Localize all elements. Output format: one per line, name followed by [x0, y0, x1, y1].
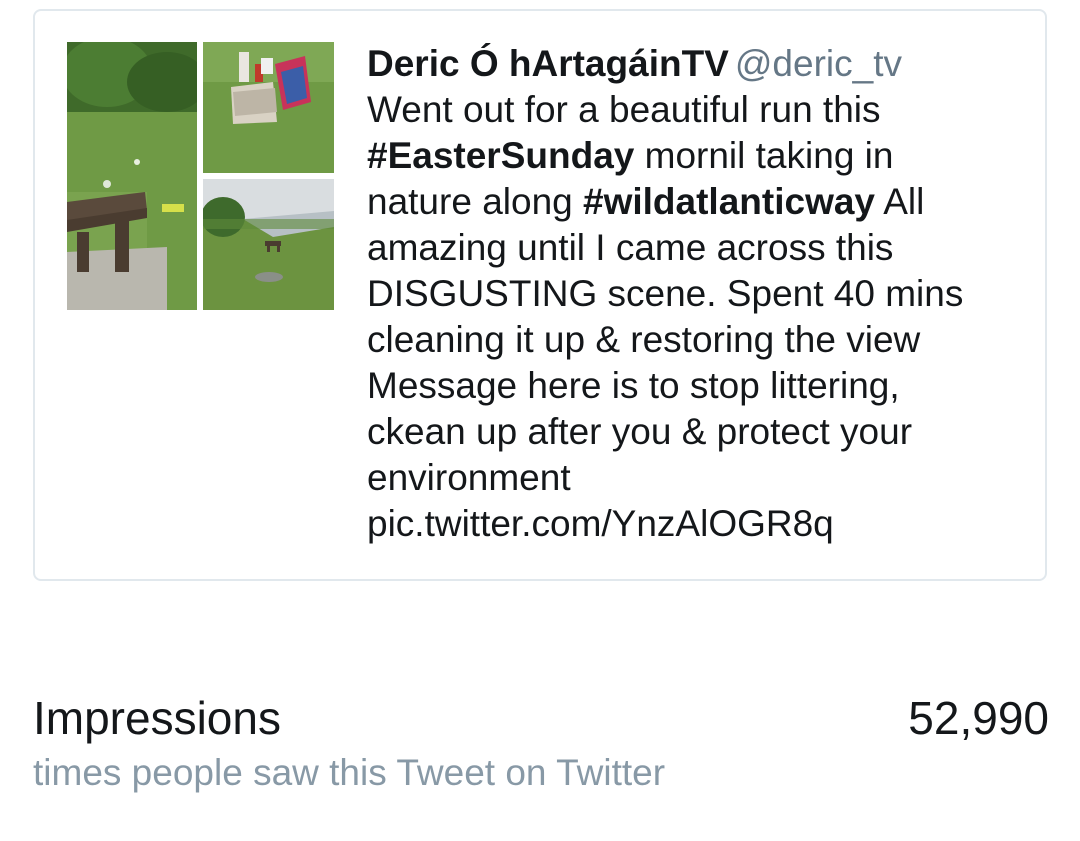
tweet-text-line: Went out for a beautiful run this [367, 87, 1027, 133]
tweet-text-segment: amazing until I came across this [367, 227, 894, 268]
tweet-text-segment: cleaning it up & restoring the view [367, 319, 921, 360]
tweet-text-segment: Went out for a beautiful run this [367, 89, 881, 130]
tweet-text-line: #EasterSunday mornil taking in [367, 133, 1027, 179]
tweet-text-line: amazing until I came across this [367, 225, 1027, 271]
tweet-text-segment: All [875, 181, 925, 222]
tweet-text-line: environment [367, 455, 1027, 501]
tweet-text: Went out for a beautiful run this #Easter… [367, 87, 1027, 547]
tweet-text-line: nature along #wildatlanticway All [367, 179, 1027, 225]
author-handle[interactable]: @deric_tv [735, 43, 902, 84]
tweet-text-line: cleaning it up & restoring the view [367, 317, 1027, 363]
tweet-photo-bench[interactable] [67, 42, 197, 310]
impressions-label: Impressions [33, 692, 281, 744]
tweet-text-line: pic.twitter.com/YnzAlOGR8q [367, 501, 1027, 547]
tweet-body: Deric Ó hArtagáinTV @deric_tv Went out fo… [367, 41, 1027, 547]
tweet-card[interactable]: Deric Ó hArtagáinTV @deric_tv Went out fo… [33, 9, 1047, 581]
tweet-text-segment: ckean up after you & protect your [367, 411, 913, 452]
author-name[interactable]: Deric Ó hArtagáinTV [367, 43, 729, 84]
impressions-description: times people saw this Tweet on Twitter [33, 752, 666, 793]
tweet-photo-litter[interactable] [203, 42, 334, 173]
tweet-author[interactable]: Deric Ó hArtagáinTV @deric_tv [367, 41, 1027, 87]
tweet-text-segment: mornil taking in [634, 135, 894, 176]
tweet-text-line: Message here is to stop littering, [367, 363, 1027, 409]
tweet-text-segment: Message here is to stop littering, [367, 365, 900, 406]
tweet-text-line: ckean up after you & protect your [367, 409, 1027, 455]
impressions-value: 52,990 [908, 692, 1049, 744]
tweet-text-segment: nature along [367, 181, 584, 222]
tweet-text-segment: DISGUSTING scene. Spent 40 mins [367, 273, 964, 314]
tweet-activity-page: Deric Ó hArtagáinTV @deric_tv Went out fo… [0, 0, 1080, 841]
hashtag-link[interactable]: #wildatlanticway [583, 181, 875, 222]
tweet-media-grid [67, 42, 335, 310]
tweet-text-line: DISGUSTING scene. Spent 40 mins [367, 271, 1027, 317]
tweet-photo-lake[interactable] [203, 179, 334, 310]
hashtag-link[interactable]: #EasterSunday [367, 135, 634, 176]
tweet-text-segment: environment [367, 457, 571, 498]
impressions-metric: Impressions 52,990 times people saw this… [33, 690, 1049, 796]
pic-link[interactable]: pic.twitter.com/YnzAlOGR8q [367, 503, 834, 544]
